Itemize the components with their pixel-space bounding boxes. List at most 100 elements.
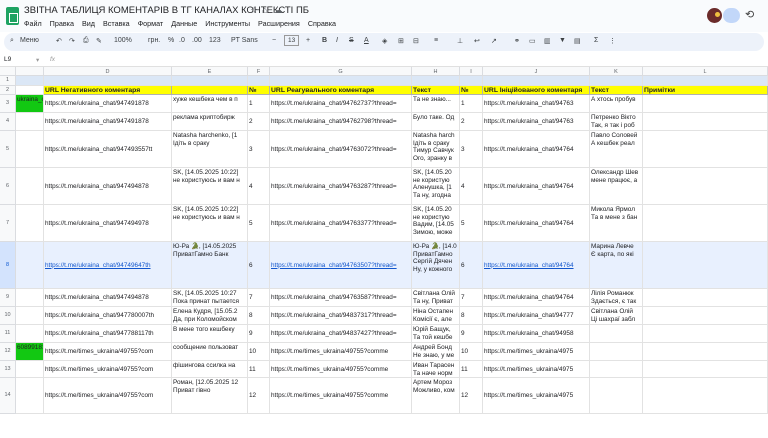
redo-icon[interactable]: ↷ [69, 37, 75, 45]
multiline-cell[interactable]: Юрій Бащук, Та той кешбе [412, 325, 460, 343]
table-cell[interactable] [643, 307, 768, 325]
table-cell[interactable]: 1 [460, 95, 483, 113]
table-cell[interactable] [16, 325, 44, 343]
table-cell[interactable] [643, 76, 768, 86]
table-cell[interactable]: 12 [248, 378, 270, 414]
table-cell[interactable]: https://t.me/ukraina_chat/947494878 [44, 289, 172, 307]
table-cell[interactable] [590, 343, 643, 361]
multiline-cell[interactable]: SK, [14.05.20 не користую Аленушка, [1 Та н… [412, 168, 460, 205]
table-cell[interactable]: 3 [248, 131, 270, 168]
table-cell[interactable]: https://t.me/ukraina_chat/947494878 [44, 168, 172, 205]
row-header[interactable]: 6 [0, 168, 16, 205]
table-cell[interactable]: 2 [460, 113, 483, 131]
table-cell[interactable] [643, 343, 768, 361]
table-cell[interactable]: 10 [460, 343, 483, 361]
decrease-decimal-button[interactable]: .0 [179, 37, 185, 44]
row-header[interactable]: 14 [0, 378, 16, 414]
table-cell[interactable] [643, 325, 768, 343]
print-icon[interactable]: ⎙ [83, 37, 89, 45]
multiline-cell[interactable]: Лілія Романюк Здається, є так [590, 289, 643, 307]
menu-format[interactable]: Формат [138, 19, 164, 28]
functions-icon[interactable]: Σ [594, 37, 598, 44]
multiline-cell[interactable]: SK, [14.05.2025 10:22] не користуюсь и ва… [172, 205, 248, 242]
activity-icon[interactable] [723, 8, 740, 23]
multiline-cell[interactable]: Иван Тарасен Та наче норм [412, 361, 460, 378]
menu-tools[interactable]: Инструменты [205, 19, 250, 28]
table-cell[interactable] [643, 168, 768, 205]
table-cell[interactable] [643, 205, 768, 242]
table-cell[interactable] [643, 113, 768, 131]
filter-icon[interactable]: ▼ [559, 37, 566, 44]
table-cell[interactable] [412, 76, 460, 86]
column-header[interactable]: I [460, 67, 483, 76]
table-cell[interactable]: https://t.me/ukraina_chat/947493557tt [44, 131, 172, 168]
table-cell[interactable]: 10 [248, 343, 270, 361]
column-header[interactable]: F [248, 67, 270, 76]
table-cell[interactable] [172, 76, 248, 86]
table-cell[interactable]: Було таке. Од [412, 113, 460, 131]
insert-chart-icon[interactable]: ▥ [544, 37, 551, 45]
select-all-corner[interactable] [0, 67, 16, 76]
number-format-button[interactable]: 123 [209, 37, 221, 44]
table-cell[interactable] [643, 361, 768, 378]
name-box-dropdown-icon[interactable]: ▾ [36, 56, 39, 64]
name-box[interactable]: L9 [4, 56, 11, 63]
table-cell[interactable]: https://t.me/times_ukraina/49755?com [44, 361, 172, 378]
fill-color-icon[interactable]: ◈ [382, 37, 387, 45]
table-cell[interactable]: https://t.me/ukraina_chat/94764 [483, 242, 590, 289]
insert-link-icon[interactable]: ⚭ [514, 37, 520, 45]
font-size-decrease-button[interactable]: − [272, 37, 276, 44]
table-cell[interactable] [460, 76, 483, 86]
table-cell[interactable] [16, 361, 44, 378]
table-cell[interactable]: https://t.me/ukraina_chat/947491878 [44, 95, 172, 113]
table-cell[interactable] [16, 131, 44, 168]
table-cell[interactable]: ukraina_chat [16, 95, 44, 113]
table-cell[interactable]: 5 [460, 205, 483, 242]
horizontal-align-icon[interactable]: ≡ [434, 37, 438, 44]
table-cell[interactable] [643, 289, 768, 307]
table-cell[interactable]: 4 [248, 168, 270, 205]
table-cell[interactable]: https://t.me/times_ukraina/4975 [483, 343, 590, 361]
menu-view[interactable]: Вид [82, 19, 95, 28]
multiline-cell[interactable]: SK, [14.05.2025 10:27 Пока принат пытаетс… [172, 289, 248, 307]
row-header[interactable]: 13 [0, 361, 16, 378]
table-cell[interactable]: 1 [248, 95, 270, 113]
table-cell[interactable]: 11 [248, 361, 270, 378]
table-cell[interactable]: https://t.me/ukraina_chat/94764 [483, 131, 590, 168]
table-cell[interactable]: фішингова ссилка на [172, 361, 248, 378]
insert-comment-icon[interactable]: ▭ [529, 37, 536, 45]
menu-edit[interactable]: Правка [50, 19, 74, 28]
table-cell[interactable]: 9 [460, 325, 483, 343]
menu-search-button[interactable]: Меню [20, 37, 39, 44]
bold-button[interactable]: B [322, 37, 327, 44]
currency-button[interactable]: грн. [148, 37, 160, 44]
table-cell[interactable] [248, 76, 270, 86]
percent-button[interactable]: % [168, 37, 174, 44]
table-cell[interactable] [643, 378, 768, 414]
menu-file[interactable]: Файл [24, 19, 42, 28]
font-size-input[interactable]: 13 [284, 35, 300, 46]
table-cell[interactable] [16, 113, 44, 131]
star-icon[interactable]: ☆ [250, 5, 258, 16]
paint-format-icon[interactable]: ✎ [96, 37, 102, 45]
undo-icon[interactable]: ↶ [56, 37, 62, 45]
table-cell[interactable]: https://t.me/ukraina_chat/94763507?threa… [270, 242, 412, 289]
filter-views-icon[interactable]: ▤ [574, 37, 581, 45]
table-cell[interactable]: https://t.me/ukraina_chat/94764 [483, 205, 590, 242]
multiline-cell[interactable]: Роман, [12.05.2025 12 Приват гівно [172, 378, 248, 414]
row-header[interactable]: 7 [0, 205, 16, 242]
table-cell[interactable] [590, 76, 643, 86]
row-header[interactable]: 1 [0, 76, 16, 86]
table-cell[interactable]: https://t.me/times_ukraina/49755?com [44, 378, 172, 414]
multiline-cell[interactable]: SK, [14.05.20 не користую Вадим, [14.05 Зим… [412, 205, 460, 242]
table-cell[interactable]: https://t.me/ukraina_chat/94764 [483, 168, 590, 205]
table-cell[interactable] [270, 76, 412, 86]
column-header[interactable]: K [590, 67, 643, 76]
table-cell[interactable]: https://t.me/times_ukraina/49755?comme [270, 343, 412, 361]
avatar[interactable] [707, 8, 722, 23]
table-cell[interactable]: https://t.me/ukraina_chat/94763377?threa… [270, 205, 412, 242]
table-cell[interactable] [590, 361, 643, 378]
table-cell[interactable]: сообщение пользоват [172, 343, 248, 361]
table-cell[interactable] [590, 325, 643, 343]
table-cell[interactable]: 60899181 [16, 343, 44, 361]
